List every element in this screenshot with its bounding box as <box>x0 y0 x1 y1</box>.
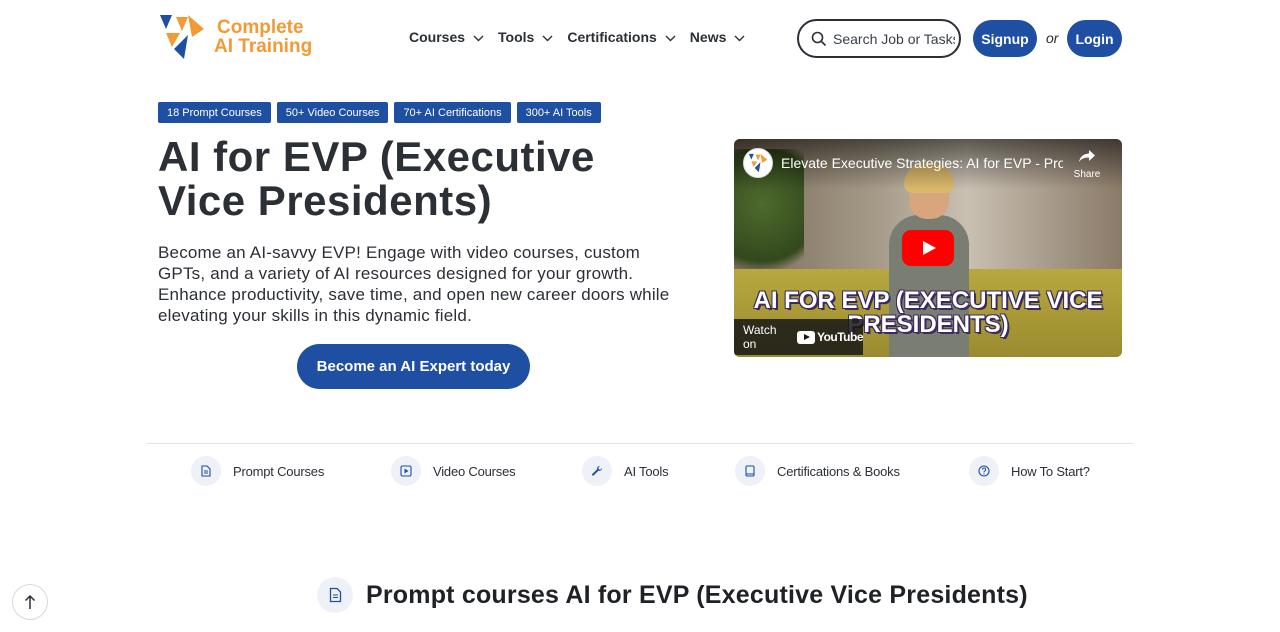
video-title[interactable]: Elevate Executive Strategies: AI for EVP… <box>781 155 1063 171</box>
logo-icon <box>748 153 768 173</box>
logo-icon <box>160 15 204 59</box>
channel-avatar[interactable] <box>743 148 773 178</box>
watch-on-youtube-button[interactable]: Watch on YouTube <box>734 319 864 355</box>
chevron-down-icon <box>473 35 484 41</box>
logo-line-2: AI Training <box>214 36 313 57</box>
nav-news[interactable]: News <box>690 29 746 45</box>
hero-description: Become an AI-savvy EVP! Engage with vide… <box>158 243 670 325</box>
nav-news-label: News <box>689 29 727 45</box>
feature-prompt-courses[interactable]: Prompt Courses <box>191 456 324 486</box>
feature-label: How To Start? <box>1011 463 1090 479</box>
logo-text: Complete AI Training <box>214 18 312 56</box>
play-icon[interactable] <box>902 230 954 266</box>
stat-tags: 18 Prompt Courses 50+ Video Courses 70+ … <box>158 102 607 123</box>
feature-label: Prompt Courses <box>233 463 325 479</box>
nav-courses-label: Courses <box>409 29 466 45</box>
feature-how-to-start[interactable]: How To Start? <box>969 456 1090 486</box>
section-header: Prompt courses AI for EVP (Executive Vic… <box>317 577 1028 613</box>
search-input[interactable] <box>833 30 955 47</box>
divider <box>146 443 1134 444</box>
feature-links: Prompt Courses Video Courses AI Tools Ce… <box>0 456 1280 488</box>
tag-certifications[interactable]: 70+ AI Certifications <box>394 102 511 123</box>
youtube-icon <box>796 330 815 344</box>
video-embed[interactable]: Elevate Executive Strategies: AI for EVP… <box>734 139 1122 357</box>
login-button[interactable]: Login <box>1067 20 1122 57</box>
overlay-line-1: AI FOR EVP (EXECUTIVE VICE <box>753 287 1103 314</box>
share-icon <box>1079 150 1095 162</box>
feature-video-courses[interactable]: Video Courses <box>391 456 516 486</box>
feature-label: Certifications & Books <box>777 463 900 479</box>
tag-ai-tools[interactable]: 300+ AI Tools <box>516 102 601 123</box>
youtube-logo: YouTube <box>796 330 864 344</box>
feature-label: AI Tools <box>624 463 669 479</box>
wrench-icon <box>592 466 603 476</box>
feature-ai-tools[interactable]: AI Tools <box>582 456 669 486</box>
document-icon <box>201 465 211 477</box>
tag-video-courses[interactable]: 50+ Video Courses <box>276 102 389 123</box>
search-box[interactable] <box>797 19 961 58</box>
site-header: Complete AI Training Courses Tools Certi… <box>0 0 1280 78</box>
share-button[interactable]: Share <box>1070 149 1104 180</box>
chevron-down-icon <box>665 35 676 41</box>
chevron-down-icon <box>542 35 553 41</box>
feature-certifications-books[interactable]: Certifications & Books <box>735 456 900 486</box>
nav-courses[interactable]: Courses <box>409 29 484 45</box>
feature-label: Video Courses <box>433 463 516 479</box>
page-title: AI for EVP (Executive Vice Presidents) <box>158 133 595 224</box>
cta-button[interactable]: Become an AI Expert today <box>297 344 530 389</box>
question-icon <box>978 465 990 477</box>
nav-tools[interactable]: Tools <box>498 29 553 45</box>
nav-certifications-label: Certifications <box>567 29 657 45</box>
arrow-up-icon <box>24 594 36 609</box>
nav-tools-label: Tools <box>498 29 535 45</box>
back-to-top-button[interactable] <box>12 584 48 620</box>
or-text: or <box>1046 30 1059 46</box>
section-title: Prompt courses AI for EVP (Executive Vic… <box>366 580 1028 609</box>
share-label: Share <box>1073 169 1101 180</box>
youtube-label: YouTube <box>816 330 864 344</box>
logo[interactable]: Complete AI Training <box>158 13 312 61</box>
main-nav: Courses Tools Certifications News <box>409 29 759 45</box>
book-icon <box>745 465 755 477</box>
tag-prompt-courses[interactable]: 18 Prompt Courses <box>158 102 271 123</box>
watch-on-label: Watch on <box>743 323 777 351</box>
search-icon <box>811 31 827 46</box>
nav-certifications[interactable]: Certifications <box>567 29 676 45</box>
logo-line-1: Complete <box>217 17 304 38</box>
signup-button[interactable]: Signup <box>973 20 1037 57</box>
chevron-down-icon <box>734 35 745 41</box>
document-icon <box>329 587 341 603</box>
play-icon <box>400 465 412 477</box>
